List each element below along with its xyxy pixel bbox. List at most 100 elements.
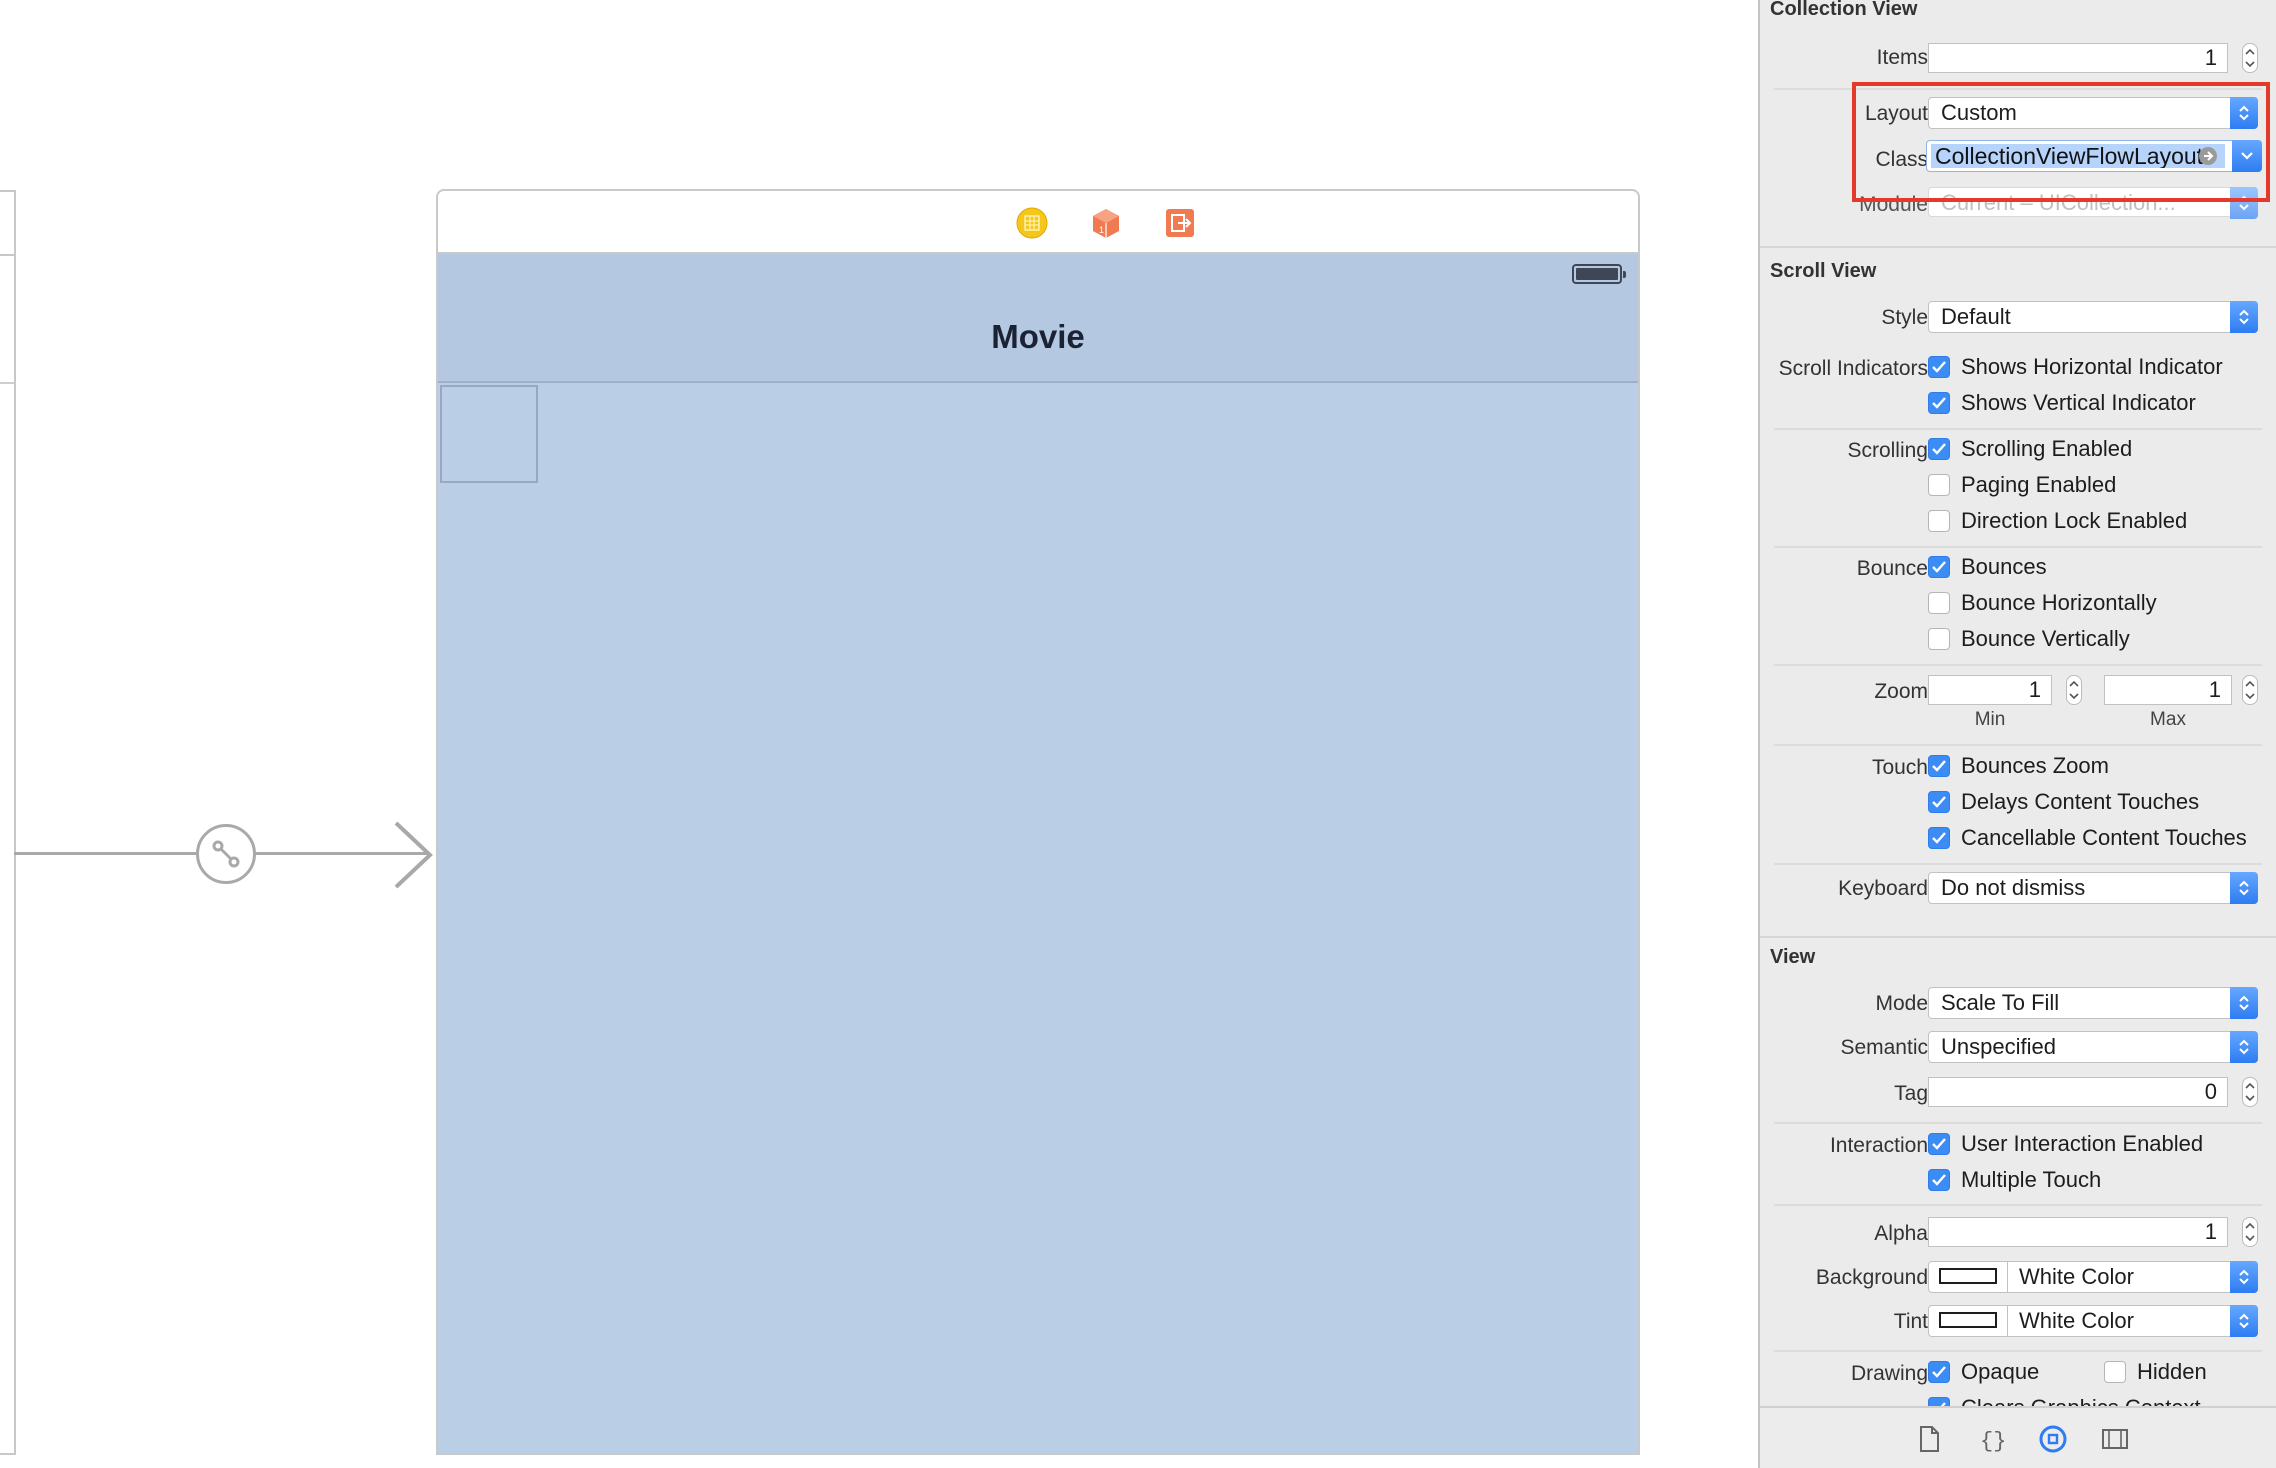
separator [1774, 744, 2262, 746]
shows-horizontal-checkbox[interactable] [1928, 356, 1950, 378]
view-controller-icon[interactable] [1016, 207, 1048, 239]
tag-field[interactable]: 0 [1928, 1077, 2228, 1107]
shows-vertical-label: Shows Vertical Indicator [1961, 390, 2196, 415]
hidden-checkbox[interactable] [2104, 1361, 2126, 1383]
user-interaction-label: User Interaction Enabled [1961, 1131, 2204, 1156]
cancellable-content-touches-checkbox[interactable] [1928, 827, 1950, 849]
keyboard-popup[interactable]: Do not dismiss [1928, 872, 2258, 904]
color-divider [2007, 1262, 2008, 1292]
opaque-checkbox[interactable] [1928, 1361, 1950, 1383]
module-placeholder: Current – UICollection... [1941, 190, 2176, 215]
scroll-view-section-title: Scroll View [1770, 260, 1877, 282]
shows-vertical-checkbox[interactable] [1928, 392, 1950, 414]
semantic-label: Semantic [1840, 1036, 1928, 1059]
class-value[interactable]: CollectionViewFlowLayout [1931, 144, 2225, 168]
svg-text:{}: {} [1980, 1429, 2006, 1454]
bounces-checkbox[interactable] [1928, 556, 1950, 578]
bounce-vertically-checkbox[interactable] [1928, 628, 1950, 650]
layout-value: Custom [1941, 100, 2017, 125]
style-value: Default [1941, 304, 2011, 329]
separator [1774, 1122, 2262, 1124]
zoom-min-caption: Min [1974, 709, 2006, 730]
tag-stepper[interactable] [2242, 1077, 2258, 1107]
color-divider [2007, 1306, 2008, 1336]
delays-content-touches-checkbox[interactable] [1928, 791, 1950, 813]
alpha-stepper[interactable] [2242, 1217, 2258, 1247]
collection-view-cell[interactable] [440, 385, 538, 483]
scrolling-enabled-checkbox[interactable] [1928, 438, 1950, 460]
multiple-touch-label: Multiple Touch [1961, 1167, 2102, 1192]
attributes-inspector-icon[interactable] [2038, 1424, 2068, 1454]
file-inspector-icon[interactable] [1914, 1424, 1944, 1454]
separator [1774, 546, 2262, 548]
section-separator [1760, 936, 2276, 938]
keyboard-value: Do not dismiss [1941, 875, 2086, 900]
chevron-down-icon[interactable] [2232, 140, 2262, 172]
collection-view[interactable]: Movie [438, 254, 1638, 1453]
mode-label: Mode [1875, 992, 1928, 1015]
segue-arrow-icon [394, 821, 433, 889]
separator [1774, 1350, 2262, 1352]
storyboard-canvas[interactable]: 1 Movie [0, 0, 1758, 1468]
separator [1774, 428, 2262, 430]
alpha-field[interactable]: 1 [1928, 1217, 2228, 1247]
zoom-max-stepper[interactable] [2242, 675, 2258, 705]
tag-label: Tag [1894, 1082, 1928, 1105]
bounces-zoom-checkbox[interactable] [1928, 755, 1950, 777]
bounces-label: Bounces [1961, 554, 2047, 579]
items-stepper[interactable] [2242, 43, 2258, 73]
scene-dock: 1 [438, 191, 1638, 254]
popup-arrows-icon [2230, 1031, 2258, 1063]
section-separator [1760, 246, 2276, 248]
background-color-popup[interactable]: White Color [1928, 1261, 2258, 1293]
previous-scene[interactable] [0, 190, 16, 1455]
direction-lock-checkbox[interactable] [1928, 510, 1950, 532]
tint-color-name: White Color [2019, 1308, 2134, 1333]
popup-arrows-icon [2230, 301, 2258, 333]
bounce-horizontally-checkbox[interactable] [1928, 592, 1950, 614]
quick-help-icon[interactable]: {} [1976, 1424, 2006, 1454]
layout-label: Layout [1864, 102, 1928, 125]
separator [1774, 863, 2262, 865]
scroll-indicators-label: Scroll Indicators [1778, 357, 1928, 380]
scrolling-enabled-label: Scrolling Enabled [1961, 436, 2133, 461]
background-color-name: White Color [2019, 1264, 2134, 1289]
background-label: Background [1815, 1266, 1928, 1289]
battery-icon [1572, 264, 1626, 284]
bounces-zoom-label: Bounces Zoom [1961, 753, 2109, 778]
hidden-label: Hidden [2137, 1359, 2207, 1384]
segue-icon[interactable] [196, 824, 256, 884]
user-interaction-checkbox[interactable] [1928, 1133, 1950, 1155]
module-popup[interactable]: Current – UICollection... [1928, 187, 2258, 219]
drawing-label: Drawing [1850, 1362, 1928, 1385]
inspector-tab-bar: {} [1760, 1406, 2276, 1468]
previous-scene-nav-divider [0, 382, 14, 384]
class-label: Class [1875, 148, 1928, 171]
go-to-class-icon[interactable] [2199, 147, 2217, 165]
interaction-label: Interaction [1829, 1134, 1928, 1157]
style-popup[interactable]: Default [1928, 301, 2258, 333]
zoom-min-field[interactable]: 1 [1928, 675, 2052, 705]
zoom-min-stepper[interactable] [2066, 675, 2082, 705]
multiple-touch-checkbox[interactable] [1928, 1169, 1950, 1191]
scrolling-label: Scrolling [1847, 439, 1928, 462]
tint-color-popup[interactable]: White Color [1928, 1305, 2258, 1337]
semantic-popup[interactable]: Unspecified [1928, 1031, 2258, 1063]
previous-scene-dock-divider [0, 254, 14, 256]
svg-text:1: 1 [1099, 225, 1104, 235]
collection-view-section-title: Collection View [1770, 0, 1918, 20]
paging-enabled-checkbox[interactable] [1928, 474, 1950, 496]
size-inspector-icon[interactable] [2100, 1424, 2130, 1454]
navigation-bar[interactable]: Movie [438, 254, 1638, 383]
zoom-max-field[interactable]: 1 [2104, 675, 2232, 705]
tint-color-swatch [1939, 1312, 1997, 1328]
layout-popup[interactable]: Custom [1928, 97, 2258, 129]
mode-popup[interactable]: Scale To Fill [1928, 987, 2258, 1019]
movie-scene[interactable]: 1 Movie [436, 189, 1640, 1455]
items-field[interactable]: 1 [1928, 43, 2228, 73]
first-responder-icon[interactable]: 1 [1090, 207, 1122, 239]
zoom-max-caption: Max [2150, 709, 2186, 730]
popup-arrows-icon [2230, 97, 2258, 129]
exit-icon[interactable] [1164, 207, 1196, 239]
class-field[interactable]: CollectionViewFlowLayout [1926, 140, 2262, 172]
